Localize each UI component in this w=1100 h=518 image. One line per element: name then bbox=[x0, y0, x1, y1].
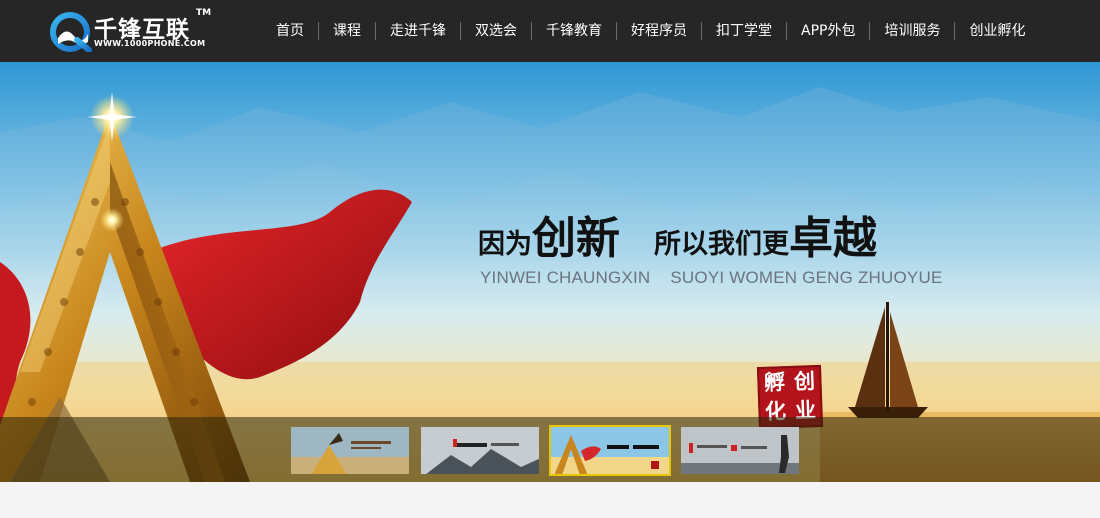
nav-item-training[interactable]: 培训服务 bbox=[870, 0, 954, 62]
slogan-innovation: 创新 bbox=[532, 213, 620, 264]
brand-logo[interactable]: 千锋互联 TM WWW.1000PHONE.COM bbox=[50, 8, 215, 54]
thumbnail-strip bbox=[0, 417, 1100, 482]
seal-char: 孵 bbox=[763, 369, 786, 395]
slide-thumbnail-2[interactable] bbox=[419, 425, 541, 476]
pinyin-line-1: YINWEI CHAUNGXIN bbox=[480, 268, 651, 287]
thumbnail-image bbox=[421, 427, 539, 474]
nav-item-good-programmer[interactable]: 好程序员 bbox=[617, 0, 701, 62]
thumbnail-image bbox=[291, 427, 409, 474]
banner-slogan: 因为创新 所以我们更卓越 bbox=[478, 202, 877, 266]
nav-item-job-fair[interactable]: 双选会 bbox=[461, 0, 531, 62]
nav-item-courses[interactable]: 课程 bbox=[319, 0, 375, 62]
main-nav: 首页 课程 走进千锋 双选会 千锋教育 好程序员 扣丁学堂 APP外包 培训服务… bbox=[262, 0, 1039, 62]
slide-thumbnail-4[interactable] bbox=[679, 425, 801, 476]
seal-char: 创 bbox=[793, 368, 816, 394]
page-content-start bbox=[0, 482, 1100, 518]
nav-item-incubator[interactable]: 创业孵化 bbox=[955, 0, 1039, 62]
slogan-because: 因为 bbox=[478, 229, 532, 260]
top-nav-bar: 千锋互联 TM WWW.1000PHONE.COM 首页 课程 走进千锋 双选会… bbox=[0, 0, 1100, 62]
thumbnail-image bbox=[681, 427, 799, 474]
nav-item-education[interactable]: 千锋教育 bbox=[532, 0, 616, 62]
nav-item-about[interactable]: 走进千锋 bbox=[376, 0, 460, 62]
nav-item-koudingschool[interactable]: 扣丁学堂 bbox=[702, 0, 786, 62]
thumbnail-image bbox=[551, 427, 669, 474]
slide-thumbnail-3-active[interactable] bbox=[549, 425, 671, 476]
logo-icon bbox=[50, 12, 92, 52]
slogan-so-we: 所以我们更 bbox=[654, 229, 789, 260]
pinyin-line-2: SUOYI WOMEN GENG ZHUOYUE bbox=[670, 268, 943, 287]
trademark-mark: TM bbox=[196, 8, 212, 18]
slide-thumbnail-1[interactable] bbox=[289, 425, 411, 476]
brand-url: WWW.1000PHONE.COM bbox=[94, 39, 206, 48]
nav-item-home[interactable]: 首页 bbox=[262, 0, 318, 62]
nav-item-app-outsourcing[interactable]: APP外包 bbox=[787, 0, 869, 62]
thumbnail-list bbox=[289, 425, 809, 476]
banner-pinyin: YINWEI CHAUNGXIN SUOYI WOMEN GENG ZHUOYUE bbox=[480, 268, 942, 288]
slogan-excellence: 卓越 bbox=[789, 213, 877, 264]
hero-banner[interactable]: 因为创新 所以我们更卓越 YINWEI CHAUNGXIN SUOYI WOMEN … bbox=[0, 62, 1100, 482]
